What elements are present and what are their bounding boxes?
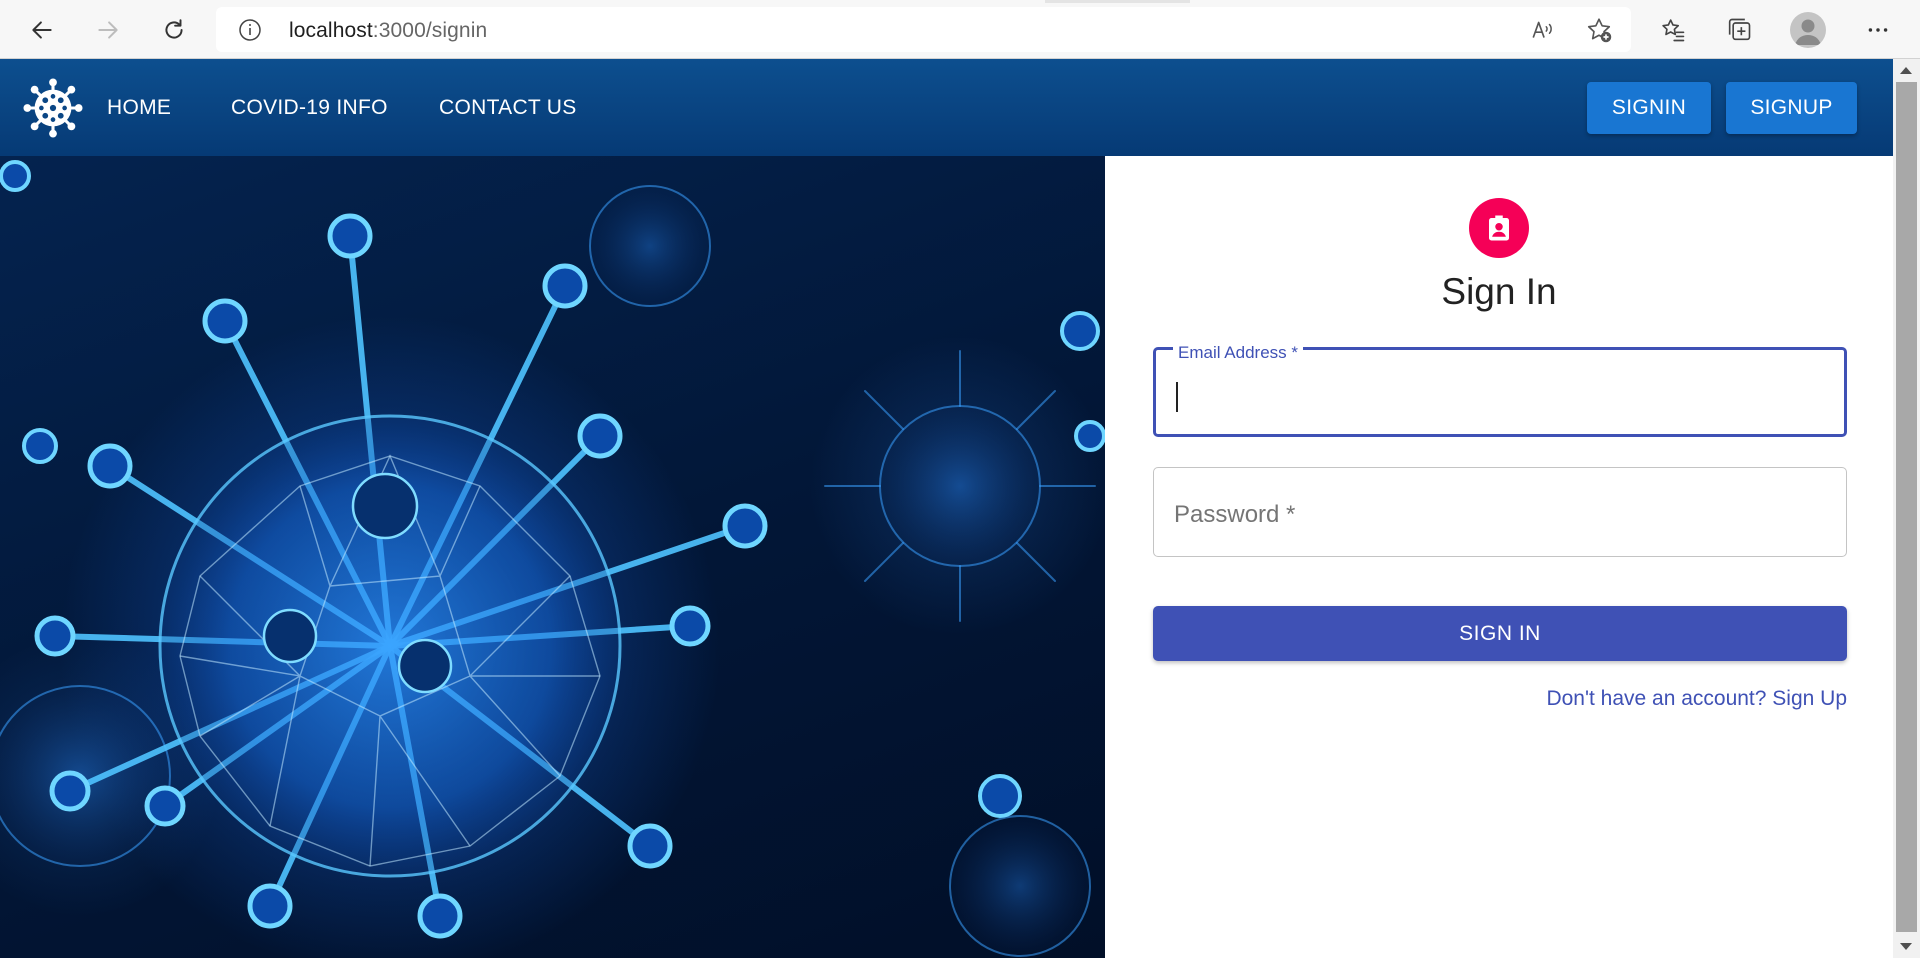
password-field[interactable]: Password * [1153,467,1847,557]
browser-toolbar: localhost:3000/signin [0,0,1920,59]
url-host: localhost [289,19,373,42]
signin-panel: Sign In Email Address * Password * SIGN … [1105,156,1893,958]
vertical-scrollbar[interactable] [1893,59,1920,958]
email-field[interactable]: Email Address * [1153,344,1847,437]
hero-virus-image [0,156,1105,958]
more-icon [1868,28,1888,32]
nav-link-home[interactable]: HOME [107,96,171,120]
refresh-button[interactable] [154,10,194,50]
profile-icon [1795,19,1821,45]
scroll-thumb[interactable] [1896,82,1917,932]
password-input[interactable] [1154,468,1846,556]
nav-signup-button[interactable]: SIGNUP [1726,82,1857,134]
scroll-up-arrow-icon[interactable] [1900,67,1912,74]
back-button[interactable] [22,10,62,50]
favorites-icon [1662,19,1685,42]
site-info-icon[interactable] [238,18,262,42]
address-bar[interactable]: localhost:3000/signin [216,7,1631,52]
more-button[interactable] [1858,10,1898,50]
collections-icon [1728,18,1751,41]
text-caret [1176,382,1178,412]
add-favorite-icon [1587,18,1612,43]
signin-submit-button[interactable]: SIGN IN [1153,606,1847,661]
signup-link[interactable]: Don't have an account? Sign Up [1546,687,1847,711]
forward-icon [98,21,118,39]
tab-strip [1045,0,1190,3]
virus-illustration [0,160,1105,957]
refresh-icon [165,19,183,39]
scroll-down-arrow-icon[interactable] [1900,943,1912,950]
profile-button[interactable] [1790,12,1826,48]
virus-icon[interactable] [22,77,84,139]
favorites-button[interactable] [1653,10,1693,50]
forward-button[interactable] [88,10,128,50]
email-input[interactable] [1156,350,1844,434]
url-text[interactable]: localhost:3000/signin [289,19,487,43]
read-aloud-button[interactable] [1527,14,1559,46]
nav-signin-button[interactable]: SIGNIN [1587,82,1711,134]
signin-avatar [1469,198,1529,258]
read-aloud-icon [1532,21,1552,38]
back-icon [32,21,52,39]
collections-button[interactable] [1719,10,1759,50]
badge-icon [1489,215,1509,241]
app-navbar: HOME COVID-19 INFO CONTACT US SIGNIN SIG… [0,59,1893,156]
nav-link-contact-us[interactable]: CONTACT US [439,96,577,120]
url-path: :3000/signin [372,19,488,42]
nav-link-covid-info[interactable]: COVID-19 INFO [231,96,388,120]
signin-title: Sign In [1441,271,1557,312]
add-favorite-button[interactable] [1583,14,1615,46]
